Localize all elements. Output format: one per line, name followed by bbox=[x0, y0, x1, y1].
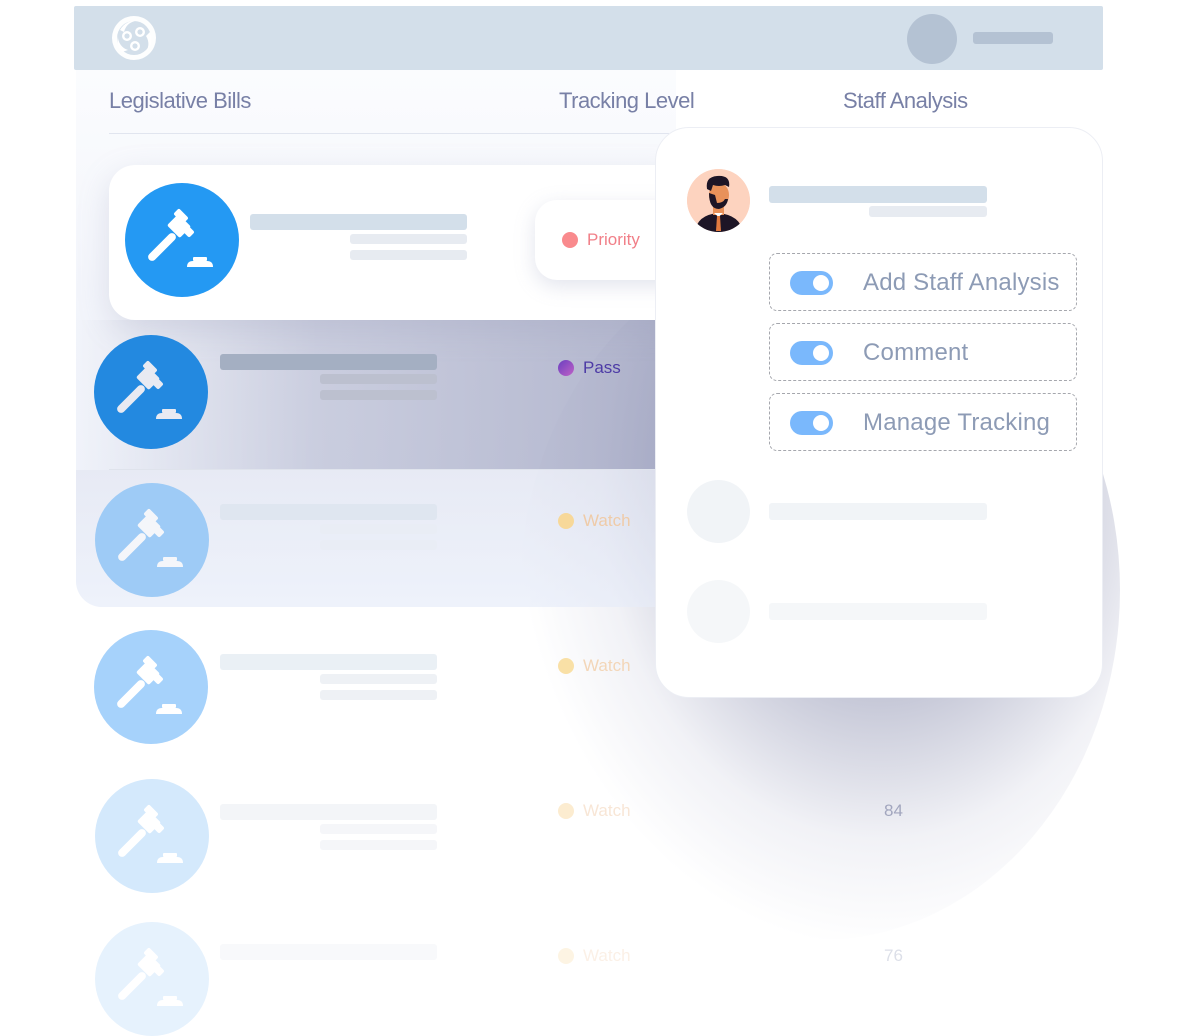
bill-sub-placeholder bbox=[320, 540, 437, 550]
tracking-status-watch[interactable]: Watch bbox=[558, 656, 631, 676]
gavel-icon bbox=[118, 509, 183, 567]
status-dot-icon bbox=[558, 658, 574, 674]
bill-sub-placeholder bbox=[320, 824, 437, 834]
bill-sub-placeholder bbox=[320, 390, 437, 400]
bill-sub-placeholder bbox=[320, 674, 437, 684]
bill-icon-badge bbox=[95, 922, 209, 1036]
status-label: Watch bbox=[583, 801, 631, 820]
bearded-man-avatar-icon bbox=[687, 169, 750, 232]
status-label: Watch bbox=[583, 656, 631, 675]
gavel-icon bbox=[118, 805, 183, 863]
status-label: Pass bbox=[583, 358, 621, 377]
permission-add-staff-analysis[interactable]: Add Staff Analysis bbox=[769, 253, 1077, 311]
bill-title-placeholder bbox=[220, 504, 437, 520]
bill-title-placeholder bbox=[220, 654, 437, 670]
permission-label: Add Staff Analysis bbox=[863, 269, 1060, 296]
staff-permissions-popup: Add Staff Analysis Comment Manage Tracki… bbox=[655, 127, 1103, 698]
row-divider bbox=[109, 469, 669, 470]
user-avatar[interactable] bbox=[907, 14, 957, 64]
toggle-knob bbox=[813, 415, 829, 431]
bill-icon-badge bbox=[95, 483, 209, 597]
bill-icon-badge bbox=[94, 335, 208, 449]
gavel-icon bbox=[117, 361, 182, 419]
status-label: Watch bbox=[583, 511, 631, 530]
staff-name-placeholder bbox=[769, 603, 987, 620]
community-logo-icon[interactable] bbox=[110, 14, 158, 62]
bill-title-placeholder bbox=[250, 214, 467, 230]
permission-manage-tracking[interactable]: Manage Tracking bbox=[769, 393, 1077, 451]
gavel-icon bbox=[118, 948, 183, 1006]
permission-label: Manage Tracking bbox=[863, 409, 1051, 436]
tracking-status-watch[interactable]: Watch bbox=[558, 946, 631, 966]
staff-role-placeholder bbox=[869, 206, 987, 217]
staff-analysis-score: 84 bbox=[884, 801, 903, 820]
staff-avatar-placeholder bbox=[687, 580, 750, 643]
column-header-analysis[interactable]: Staff Analysis bbox=[843, 88, 968, 114]
staff-name-placeholder bbox=[769, 503, 987, 520]
user-name-placeholder bbox=[973, 32, 1053, 44]
column-header-tracking[interactable]: Tracking Level bbox=[559, 88, 695, 114]
staff-name-placeholder bbox=[769, 186, 987, 203]
bill-icon-badge bbox=[95, 779, 209, 893]
header-divider bbox=[109, 133, 669, 134]
top-bar bbox=[74, 6, 1103, 70]
status-label: Watch bbox=[583, 946, 631, 965]
staff-analysis-score: 76 bbox=[884, 946, 903, 965]
status-dot-icon bbox=[558, 803, 574, 819]
status-dot-icon bbox=[558, 360, 574, 376]
bill-sub-placeholder bbox=[350, 234, 467, 244]
staff-avatar-placeholder bbox=[687, 480, 750, 543]
toggle-switch[interactable] bbox=[790, 341, 833, 365]
bill-sub-placeholder bbox=[320, 524, 437, 534]
tracking-status-watch[interactable]: Watch bbox=[558, 511, 631, 531]
status-dot-icon bbox=[562, 232, 578, 248]
column-header-bills[interactable]: Legislative Bills bbox=[109, 88, 251, 114]
bill-title-placeholder bbox=[220, 804, 437, 820]
permission-label: Comment bbox=[863, 339, 969, 366]
toggle-switch[interactable] bbox=[790, 411, 833, 435]
bill-sub-placeholder bbox=[320, 840, 437, 850]
bill-sub-placeholder bbox=[320, 690, 437, 700]
status-dot-icon bbox=[558, 513, 574, 529]
bill-title-placeholder bbox=[220, 354, 437, 370]
status-label: Priority bbox=[587, 230, 640, 249]
toggle-knob bbox=[813, 345, 829, 361]
bill-icon-badge bbox=[125, 183, 239, 297]
toggle-knob bbox=[813, 275, 829, 291]
permission-comment[interactable]: Comment bbox=[769, 323, 1077, 381]
staff-avatar[interactable] bbox=[687, 169, 750, 232]
gavel-icon bbox=[117, 656, 182, 714]
bill-title-placeholder bbox=[220, 944, 437, 960]
bill-sub-placeholder bbox=[320, 374, 437, 384]
status-dot-icon bbox=[558, 948, 574, 964]
toggle-switch[interactable] bbox=[790, 271, 833, 295]
tracking-status-watch[interactable]: Watch bbox=[558, 801, 631, 821]
tracking-status-priority[interactable]: Priority bbox=[562, 230, 640, 250]
bill-sub-placeholder bbox=[350, 250, 467, 260]
tracking-status-pass[interactable]: Pass bbox=[558, 358, 621, 378]
bill-icon-badge bbox=[94, 630, 208, 744]
gavel-icon bbox=[148, 209, 213, 267]
